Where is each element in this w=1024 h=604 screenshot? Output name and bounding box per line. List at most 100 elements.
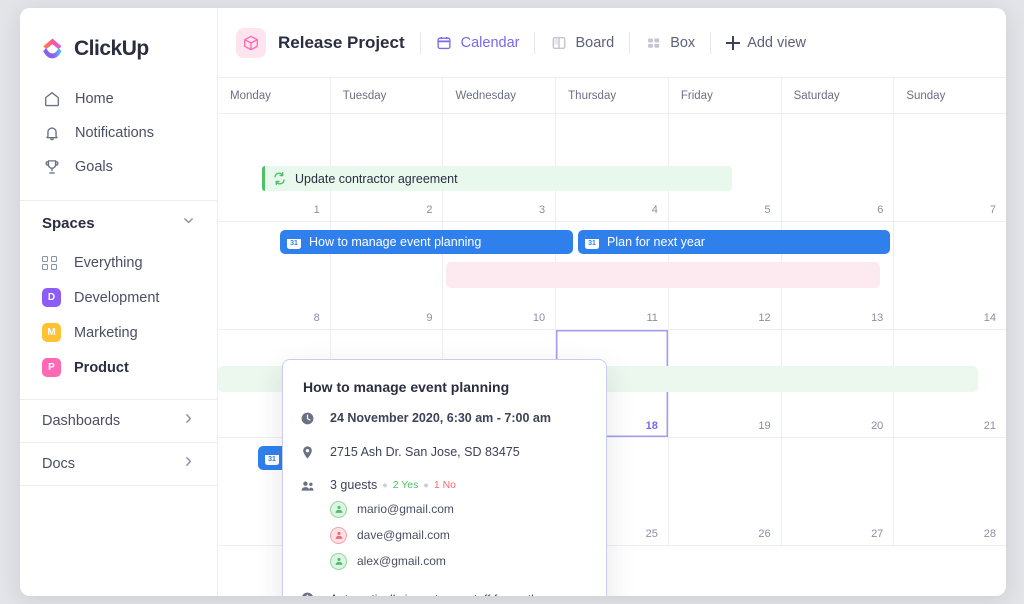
guest-email: mario@gmail.com: [357, 502, 454, 516]
add-view-button[interactable]: Add view: [726, 35, 806, 51]
calendar-event-icon: 31: [287, 235, 301, 249]
day-header-tuesday: Tuesday: [331, 78, 444, 113]
calendar-event-icon: 31: [585, 235, 599, 249]
sidebar-item-label: Dashboards: [42, 413, 120, 429]
calendar-event-bar-pink[interactable]: [446, 262, 880, 288]
day-number: 10: [533, 312, 545, 324]
sidebar-item-everything[interactable]: Everything: [20, 245, 217, 280]
calendar-week-row: 1 2 3 4 5 6 7: [218, 114, 1006, 222]
day-number: 27: [871, 528, 883, 540]
sidebar: ClickUp Home Notifications: [20, 8, 218, 596]
sidebar-item-notifications[interactable]: Notifications: [20, 116, 217, 150]
tab-board[interactable]: Board: [550, 34, 614, 51]
popup-details: 24 November 2020, 6:30 am - 7:00 am 2715…: [283, 395, 606, 596]
calendar-day-cell[interactable]: 27: [782, 438, 895, 545]
day-header-wednesday: Wednesday: [443, 78, 556, 113]
app-name: ClickUp: [74, 37, 149, 61]
calendar-week-row: 8 9 10 11 12 13 14 31 How to manage even…: [218, 222, 1006, 330]
avatar-accepted: [330, 553, 347, 570]
space-label: Everything: [74, 255, 143, 271]
day-number: 7: [990, 204, 996, 216]
pin-icon: [299, 444, 315, 460]
day-header-sunday: Sunday: [894, 78, 1006, 113]
day-number: 11: [646, 312, 657, 324]
guest-email: dave@gmail.com: [357, 528, 450, 542]
people-icon: [299, 479, 315, 495]
recurring-icon: [272, 171, 287, 186]
day-number: 25: [646, 528, 658, 540]
calendar-day-cell[interactable]: 7: [894, 114, 1006, 221]
day-number: 21: [984, 420, 996, 432]
app-logo[interactable]: ClickUp: [20, 28, 217, 68]
calendar-day-cell[interactable]: 14: [894, 222, 1006, 329]
toolbar-divider: [534, 32, 535, 54]
sidebar-item-home[interactable]: Home: [20, 82, 217, 116]
guest-email: alex@gmail.com: [357, 554, 446, 568]
guest-row[interactable]: mario@gmail.com: [330, 501, 456, 518]
sidebar-item-marketing[interactable]: M Marketing: [20, 315, 217, 350]
guests-count: 3 guests: [330, 478, 377, 492]
calendar-event-update-contractor-agreement[interactable]: Update contractor agreement: [262, 166, 732, 191]
popup-guests-row: 3 guests ● 2 Yes ● 1 No: [299, 478, 590, 570]
day-number: 3: [539, 204, 545, 216]
calendar-event-how-to-manage-event-planning[interactable]: 31 How to manage event planning: [280, 230, 573, 254]
event-details-popup: How to manage event planning 24 November…: [282, 359, 607, 596]
tab-calendar[interactable]: Calendar: [436, 34, 520, 51]
event-title: How to manage event planning: [309, 235, 481, 249]
sidebar-item-goals[interactable]: Goals: [20, 150, 217, 184]
sidebar-item-docs[interactable]: Docs: [20, 443, 217, 485]
day-header-monday: Monday: [218, 78, 331, 113]
day-number: 2: [426, 204, 432, 216]
day-number: 13: [871, 312, 883, 324]
calendar-day-cell[interactable]: 6: [782, 114, 895, 221]
avatar-accepted: [330, 501, 347, 518]
space-label: Product: [74, 360, 129, 376]
calendar-day-cell[interactable]: 26: [669, 438, 782, 545]
sidebar-item-dashboards[interactable]: Dashboards: [20, 400, 217, 442]
sidebar-item-label: Goals: [75, 159, 113, 175]
clock-icon: [299, 410, 315, 426]
sidebar-divider: [20, 485, 217, 486]
info-icon: [299, 591, 315, 596]
popup-title: How to manage event planning: [283, 360, 606, 395]
sidebar-item-label: Notifications: [75, 125, 154, 141]
calendar-event-icon: 31: [265, 451, 279, 465]
spaces-title: Spaces: [42, 215, 95, 232]
day-number: 9: [426, 312, 432, 324]
calendar-grid: 1 2 3 4 5 6 7: [218, 114, 1006, 596]
calendar-icon: [436, 34, 453, 51]
sidebar-item-product[interactable]: P Product: [20, 350, 217, 385]
day-number: 26: [758, 528, 770, 540]
chevron-right-icon: [182, 455, 195, 473]
guest-row[interactable]: dave@gmail.com: [330, 527, 456, 544]
day-number: 1: [314, 204, 320, 216]
calendar-day-cell[interactable]: 28: [894, 438, 1006, 545]
calendar-day-headers: Monday Tuesday Wednesday Thursday Friday…: [218, 78, 1006, 114]
tab-box[interactable]: Box: [645, 34, 695, 51]
tab-label: Calendar: [461, 35, 520, 51]
separator-dot: ●: [423, 480, 428, 490]
sidebar-item-development[interactable]: D Development: [20, 280, 217, 315]
guest-row[interactable]: alex@gmail.com: [330, 553, 456, 570]
toolbar-divider: [629, 32, 630, 54]
day-number: 12: [758, 312, 770, 324]
popup-location: 2715 Ash Dr. San Jose, SD 83475: [330, 443, 520, 462]
day-number: 4: [652, 204, 658, 216]
separator-dot: ●: [382, 480, 387, 490]
toolbar: Release Project Calendar: [218, 8, 1006, 78]
day-number: 19: [758, 420, 770, 432]
plus-icon: [726, 36, 740, 50]
space-label: Marketing: [74, 325, 138, 341]
popup-guests-summary: 3 guests ● 2 Yes ● 1 No: [330, 478, 456, 492]
spaces-header[interactable]: Spaces: [20, 201, 217, 245]
day-header-friday: Friday: [669, 78, 782, 113]
tab-label: Board: [575, 35, 614, 51]
popup-location-row: 2715 Ash Dr. San Jose, SD 83475: [299, 443, 590, 462]
day-number: 8: [314, 312, 320, 324]
popup-datetime: 24 November 2020, 6:30 am - 7:00 am: [330, 409, 551, 428]
calendar-view: Monday Tuesday Wednesday Thursday Friday…: [218, 78, 1006, 596]
page-title: Release Project: [278, 33, 405, 53]
cube-icon: [236, 28, 266, 58]
calendar-event-plan-for-next-year[interactable]: 31 Plan for next year: [578, 230, 890, 254]
chevron-down-icon[interactable]: [182, 214, 195, 232]
